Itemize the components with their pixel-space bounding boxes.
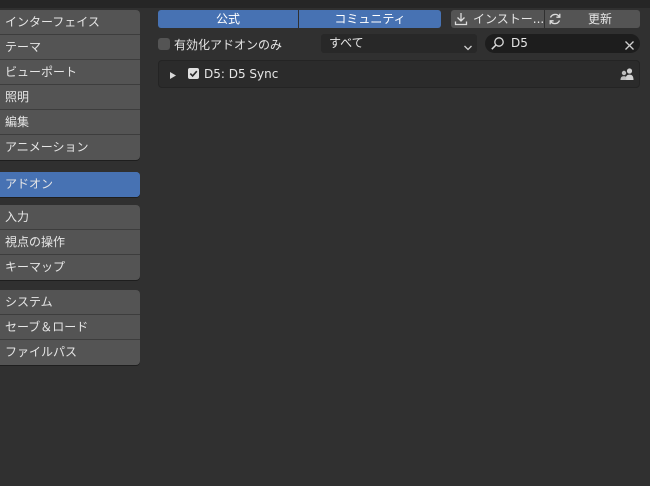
sidebar-group-system: システム セーブ＆ロード ファイルパス xyxy=(0,290,140,365)
enabled-only-label: 有効化アドオンのみ xyxy=(174,38,283,52)
tab-community[interactable]: コミュニティ xyxy=(299,10,441,28)
addon-enable-checkbox[interactable] xyxy=(188,68,199,79)
enabled-only-checkbox[interactable] xyxy=(158,38,170,50)
clear-icon[interactable] xyxy=(624,38,635,57)
sidebar-group-addons: アドオン xyxy=(0,172,140,197)
download-icon xyxy=(454,12,468,26)
sidebar-item-lights[interactable]: 照明 xyxy=(0,85,140,110)
install-button[interactable]: インストー... xyxy=(451,10,544,28)
sidebar-item-system[interactable]: システム xyxy=(0,290,140,315)
sidebar-item-keymap[interactable]: キーマップ xyxy=(0,255,140,280)
refresh-label: 更新 xyxy=(588,12,613,26)
sidebar-item-viewport[interactable]: ビューポート xyxy=(0,60,140,85)
search-input[interactable]: D5 xyxy=(511,34,528,53)
search-field[interactable]: D5 xyxy=(485,34,640,53)
chevron-down-icon xyxy=(463,39,473,58)
top-strip xyxy=(0,0,650,8)
category-dropdown[interactable]: すべて xyxy=(321,34,477,53)
sidebar-group-general: インターフェイス テーマ ビューポート 照明 編集 アニメーション xyxy=(0,10,140,160)
tab-official[interactable]: 公式 xyxy=(158,10,298,28)
search-icon xyxy=(490,36,505,57)
sidebar-item-navigation[interactable]: 視点の操作 xyxy=(0,230,140,255)
addon-row: D5: D5 Sync xyxy=(158,60,640,88)
install-label: インストー... xyxy=(473,12,545,26)
sidebar-item-interface[interactable]: インターフェイス xyxy=(0,10,140,35)
sidebar-item-save-load[interactable]: セーブ＆ロード xyxy=(0,315,140,340)
category-value: すべて xyxy=(329,36,364,50)
community-users-icon xyxy=(619,66,635,85)
addon-name: D5: D5 Sync xyxy=(204,67,279,81)
refresh-icon xyxy=(548,12,562,26)
sidebar-item-themes[interactable]: テーマ xyxy=(0,35,140,60)
sidebar-item-input[interactable]: 入力 xyxy=(0,205,140,230)
sidebar-item-animation[interactable]: アニメーション xyxy=(0,135,140,160)
refresh-button[interactable]: 更新 xyxy=(545,10,640,28)
sidebar-group-input: 入力 視点の操作 キーマップ xyxy=(0,205,140,280)
sidebar-item-editing[interactable]: 編集 xyxy=(0,110,140,135)
sidebar-item-file-paths[interactable]: ファイルパス xyxy=(0,340,140,365)
expand-arrow-icon[interactable] xyxy=(169,69,177,83)
sidebar-item-addons[interactable]: アドオン xyxy=(0,172,140,197)
